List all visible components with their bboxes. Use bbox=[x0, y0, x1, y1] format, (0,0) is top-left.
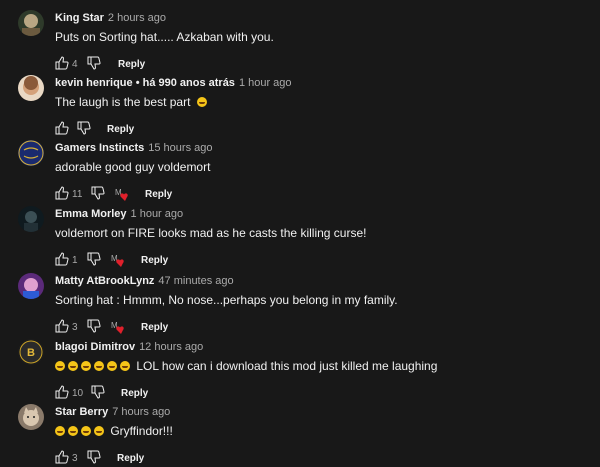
timestamp[interactable]: 2 hours ago bbox=[108, 12, 166, 24]
comment-header: Star Berry 7 hours ago bbox=[55, 406, 170, 418]
thumbs-down-icon[interactable] bbox=[87, 319, 101, 336]
thumbs-down-icon[interactable] bbox=[77, 121, 91, 138]
laughing-emoji-icon bbox=[55, 361, 65, 371]
laughing-emoji-icon bbox=[55, 426, 65, 436]
avatar[interactable] bbox=[18, 404, 44, 430]
comment-text: LOL how can i download this mod just kil… bbox=[55, 359, 437, 373]
reply-button[interactable]: Reply bbox=[141, 255, 168, 266]
comment-header: Matty AtBrookLynz 47 minutes ago bbox=[55, 275, 234, 287]
like-count: 10 bbox=[72, 388, 84, 399]
timestamp[interactable]: 7 hours ago bbox=[112, 406, 170, 418]
svg-text:B: B bbox=[27, 347, 35, 359]
avatar[interactable]: B bbox=[18, 339, 44, 365]
comment-text: Gryffindor!!! bbox=[55, 424, 173, 438]
timestamp[interactable]: 12 hours ago bbox=[139, 341, 203, 353]
laughing-emoji-icon bbox=[107, 361, 117, 371]
author-name[interactable]: kevin henrique • há 990 anos atrás bbox=[55, 77, 235, 89]
comment-text: voldemort on FIRE looks mad as he casts … bbox=[55, 226, 367, 240]
comment-text-content: Gryffindor!!! bbox=[110, 424, 173, 438]
like-count: 4 bbox=[72, 59, 78, 70]
comment-text-content: LOL how can i download this mod just kil… bbox=[136, 359, 438, 373]
reply-button[interactable]: Reply bbox=[145, 189, 172, 200]
like-count: 3 bbox=[72, 453, 78, 464]
thumbs-up-icon[interactable] bbox=[55, 385, 69, 402]
thumbs-down-icon[interactable] bbox=[91, 186, 105, 203]
laughing-emoji-icon bbox=[94, 361, 104, 371]
comment-header: Emma Morley 1 hour ago bbox=[55, 208, 183, 220]
reply-button[interactable]: Reply bbox=[141, 322, 168, 333]
author-name[interactable]: Gamers Instincts bbox=[55, 142, 144, 154]
author-name[interactable]: Emma Morley bbox=[55, 208, 127, 220]
thumbs-up-icon[interactable] bbox=[55, 186, 69, 203]
like-count: 3 bbox=[72, 322, 78, 333]
thumbs-down-icon[interactable] bbox=[91, 385, 105, 402]
like-count: 1 bbox=[72, 255, 78, 266]
comment-header: King Star 2 hours ago bbox=[55, 12, 166, 24]
comment-text-content: The laugh is the best part bbox=[55, 95, 191, 109]
like-count: 11 bbox=[72, 189, 83, 200]
comment-text: Sorting hat : Hmmm, No nose...perhaps yo… bbox=[55, 293, 398, 307]
smile-emoji-icon bbox=[196, 97, 207, 107]
author-name[interactable]: Matty AtBrookLynz bbox=[55, 275, 154, 287]
thumbs-up-icon[interactable] bbox=[55, 56, 69, 73]
author-name[interactable]: Star Berry bbox=[55, 406, 108, 418]
comment-header: Gamers Instincts 15 hours ago bbox=[55, 142, 212, 154]
creator-heart-icon: M bbox=[115, 186, 131, 202]
laughing-emoji-icon bbox=[68, 426, 78, 436]
laughing-emoji-icon bbox=[68, 361, 78, 371]
thumbs-down-icon[interactable] bbox=[87, 450, 101, 467]
avatar[interactable] bbox=[18, 140, 44, 166]
reply-button[interactable]: Reply bbox=[118, 59, 145, 70]
comment-text: Puts on Sorting hat..... Azkaban with yo… bbox=[55, 30, 274, 44]
thumbs-up-icon[interactable] bbox=[55, 319, 69, 336]
thumbs-up-icon[interactable] bbox=[55, 252, 69, 269]
timestamp[interactable]: 1 hour ago bbox=[131, 208, 184, 220]
author-name[interactable]: King Star bbox=[55, 12, 104, 24]
comment-header: blagoi Dimitrov 12 hours ago bbox=[55, 341, 203, 353]
author-name[interactable]: blagoi Dimitrov bbox=[55, 341, 135, 353]
thumbs-up-icon[interactable] bbox=[55, 121, 69, 138]
timestamp[interactable]: 1 hour ago bbox=[239, 77, 292, 89]
thumbs-down-icon[interactable] bbox=[87, 56, 101, 73]
laughing-emoji-icon bbox=[81, 361, 91, 371]
laughing-emoji-icon bbox=[81, 426, 91, 436]
timestamp[interactable]: 15 hours ago bbox=[148, 142, 212, 154]
avatar[interactable] bbox=[18, 10, 44, 36]
creator-heart-icon: M bbox=[111, 252, 127, 268]
reply-button[interactable]: Reply bbox=[107, 124, 134, 135]
avatar[interactable] bbox=[18, 75, 44, 101]
reply-button[interactable]: Reply bbox=[121, 388, 148, 399]
laughing-emoji-icon bbox=[120, 361, 130, 371]
comment-text: adorable good guy voldemort bbox=[55, 160, 211, 174]
comment-text: The laugh is the best part bbox=[55, 95, 210, 109]
avatar[interactable] bbox=[18, 273, 44, 299]
creator-heart-icon: M bbox=[111, 319, 127, 335]
reply-button[interactable]: Reply bbox=[117, 453, 144, 464]
timestamp[interactable]: 47 minutes ago bbox=[158, 275, 233, 287]
avatar[interactable] bbox=[18, 206, 44, 232]
laughing-emoji-icon bbox=[94, 426, 104, 436]
thumbs-down-icon[interactable] bbox=[87, 252, 101, 269]
thumbs-up-icon[interactable] bbox=[55, 450, 69, 467]
comment-header: kevin henrique • há 990 anos atrás 1 hour… bbox=[55, 77, 292, 89]
